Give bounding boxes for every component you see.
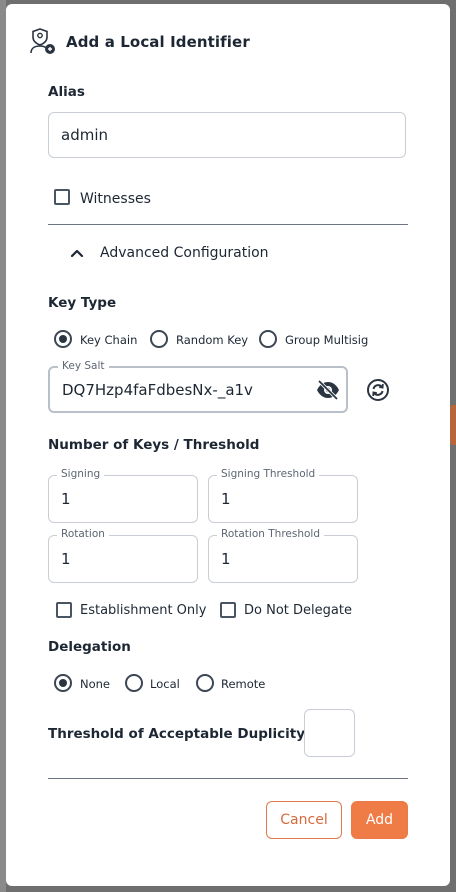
signing-threshold-label: Signing Threshold: [217, 468, 320, 480]
rotation-threshold-value: 1: [221, 550, 231, 568]
key-salt-field[interactable]: Key Salt DQ7Hzp4faFdbesNx-_a1v: [48, 360, 348, 413]
duplicity-label: Threshold of Acceptable Duplicity: [48, 726, 305, 742]
key-salt-label: Key Salt: [58, 360, 109, 372]
delegation-label: Delegation: [48, 639, 131, 655]
advanced-configuration-toggle[interactable]: Advanced Configuration: [100, 245, 269, 261]
divider: [48, 224, 408, 225]
alias-label: Alias: [48, 84, 85, 100]
do-not-delegate-label: Do Not Delegate: [244, 603, 352, 618]
rotation-value: 1: [61, 550, 71, 568]
alias-input[interactable]: admin: [48, 112, 406, 158]
cancel-button[interactable]: Cancel: [266, 801, 342, 839]
add-identifier-dialog: Add a Local Identifier Alias admin Witne…: [6, 4, 450, 886]
rotation-field[interactable]: Rotation 1: [48, 528, 198, 583]
radio-delegation-none[interactable]: [54, 674, 72, 692]
footer-divider: [48, 778, 408, 779]
signing-threshold-value: 1: [221, 490, 231, 508]
key-type-label: Key Type: [48, 295, 117, 311]
radio-group-multisig[interactable]: [259, 330, 277, 348]
radio-label-random-key: Random Key: [176, 333, 249, 347]
key-salt-value: DQ7Hzp4faFdbesNx-_a1v: [62, 381, 253, 399]
establishment-only-label: Establishment Only: [80, 603, 207, 618]
radio-label-local: Local: [150, 677, 180, 691]
establishment-only-checkbox[interactable]: [56, 602, 72, 618]
backdrop-orange-tab: [450, 405, 456, 445]
radio-delegation-local[interactable]: [125, 674, 143, 692]
radio-label-remote: Remote: [221, 677, 266, 691]
signing-field[interactable]: Signing 1: [48, 468, 198, 523]
signing-label: Signing: [57, 468, 105, 480]
rotation-threshold-field[interactable]: Rotation Threshold 1: [208, 528, 358, 583]
dialog-title: Add a Local Identifier: [66, 33, 250, 51]
witnesses-label: Witnesses: [80, 191, 151, 207]
radio-label-none: None: [80, 677, 111, 691]
keys-threshold-label: Number of Keys / Threshold: [48, 437, 260, 453]
chevron-up-icon[interactable]: [70, 244, 84, 258]
add-button[interactable]: Add: [351, 801, 408, 839]
radio-label-group-multisig: Group Multisig: [285, 333, 369, 347]
radio-random-key[interactable]: [150, 330, 168, 348]
eye-off-icon[interactable]: [316, 379, 340, 401]
witnesses-checkbox[interactable]: [54, 189, 70, 205]
regenerate-icon[interactable]: [366, 378, 390, 402]
do-not-delegate-checkbox[interactable]: [220, 602, 236, 618]
rotation-threshold-label: Rotation Threshold: [217, 528, 324, 540]
radio-delegation-remote[interactable]: [196, 674, 214, 692]
radio-key-chain[interactable]: [54, 330, 72, 348]
user-shield-icon: [28, 26, 58, 56]
rotation-label: Rotation: [57, 528, 109, 540]
duplicity-input[interactable]: [304, 709, 355, 757]
radio-label-key-chain: Key Chain: [80, 333, 138, 347]
signing-value: 1: [61, 490, 71, 508]
signing-threshold-field[interactable]: Signing Threshold 1: [208, 468, 358, 523]
